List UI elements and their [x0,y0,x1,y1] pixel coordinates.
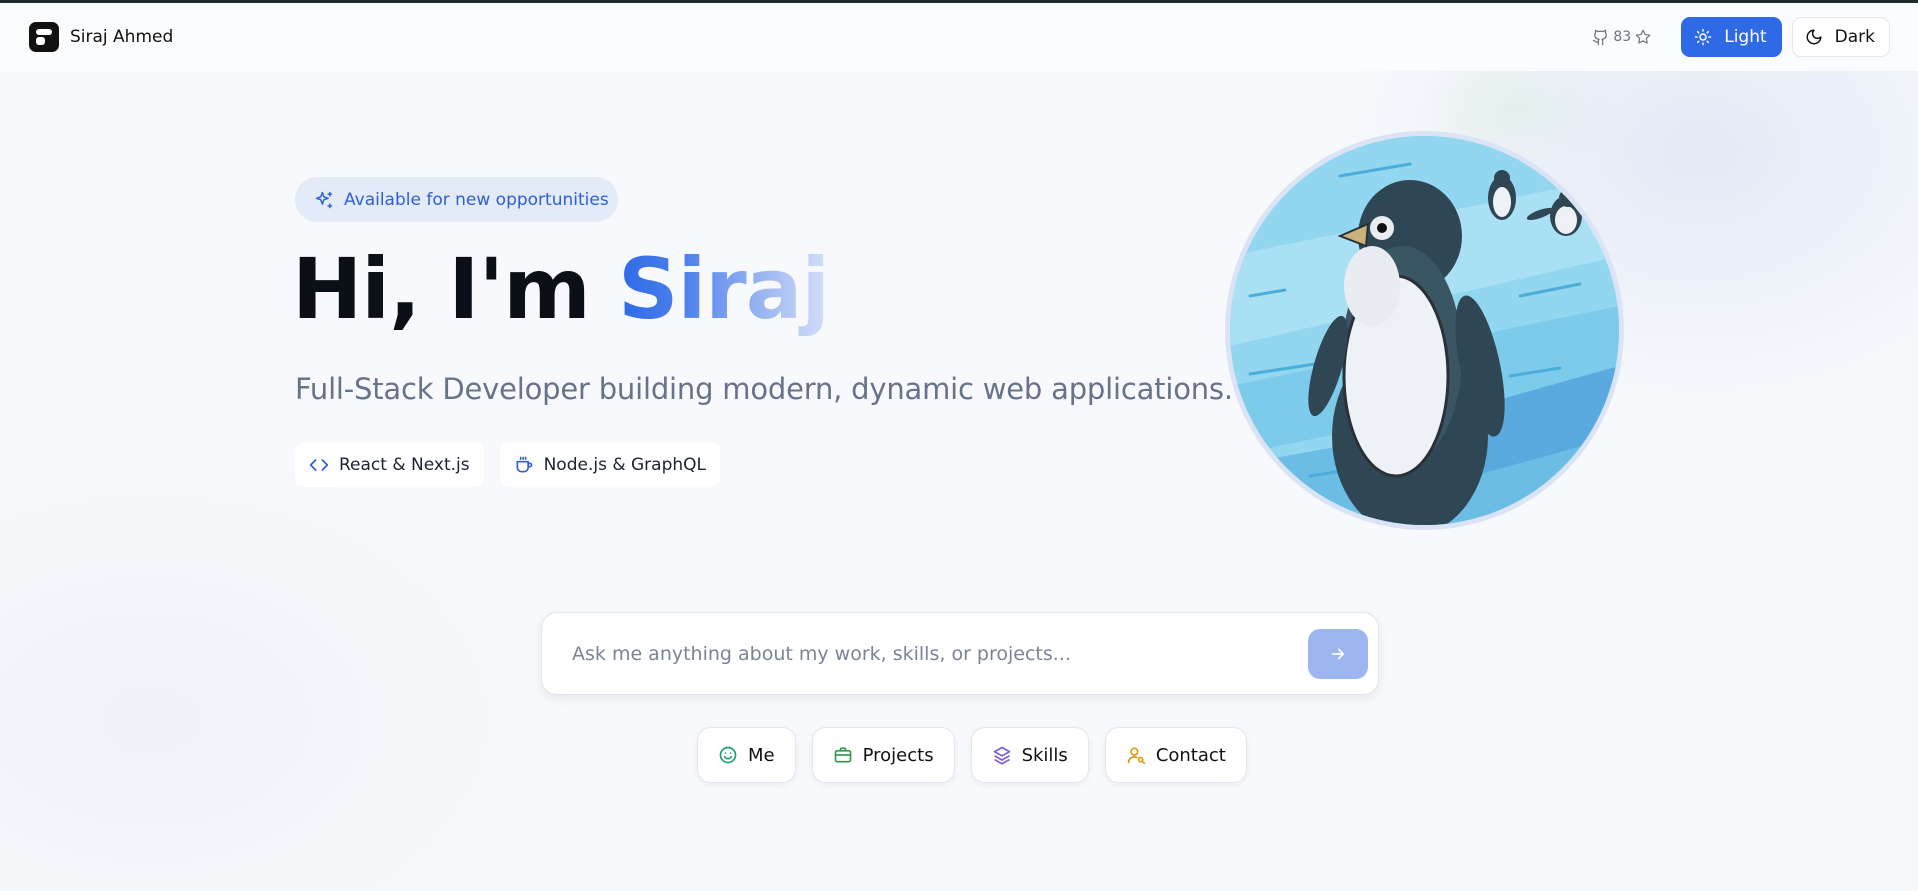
penguin-illustration [1230,136,1619,525]
briefcase-icon [834,747,851,763]
quick-action-label: Skills [1021,744,1068,766]
theme-dark-label: Dark [1834,27,1875,47]
quick-actions: Me Projects Skills Contact [697,727,1247,783]
layers-icon [993,746,1010,765]
code-icon [309,458,329,471]
coffee-cup-icon [516,456,532,472]
quick-action-contact[interactable]: Contact [1104,727,1247,783]
logo-icon [29,22,59,52]
quick-action-label: Contact [1155,744,1226,766]
user-search-icon [1127,747,1145,765]
sun-icon [1694,28,1712,46]
theme-light-label: Light [1724,27,1767,47]
chat-input[interactable] [572,635,1292,673]
tag-label: Node.js & GraphQL [543,454,707,475]
quick-action-projects[interactable]: Projects [811,727,955,783]
hero-name: Siraj [618,240,830,338]
chat-box [541,612,1379,695]
quick-action-label: Projects [862,744,934,766]
github-stars-link[interactable]: 83 [1592,29,1651,46]
arrow-right-icon [1331,648,1345,660]
github-icon [1593,29,1608,45]
header-actions: 83 Light Dark [1592,17,1890,57]
moon-icon [1806,29,1822,45]
availability-text: Available for new opportunities [344,189,609,210]
hero-headline: Hi, I'm Siraj [292,240,830,338]
availability-badge: Available for new opportunities [295,177,618,222]
quick-action-skills[interactable]: Skills [970,727,1089,783]
site-header: Siraj Ahmed 83 Light Dark [0,3,1918,71]
quick-action-me[interactable]: Me [697,727,796,783]
star-icon [1635,29,1651,44]
theme-light-button[interactable]: Light [1681,17,1782,57]
send-button[interactable] [1308,629,1368,679]
brand[interactable]: Siraj Ahmed [29,22,173,52]
avatar-illustration [1225,131,1624,530]
github-star-count: 83 [1613,29,1632,45]
tech-tags: React & Next.js Node.js & GraphQL [295,442,721,487]
tag-node-graphql: Node.js & GraphQL [499,442,721,487]
brand-name: Siraj Ahmed [70,27,174,47]
tag-label: React & Next.js [339,454,470,475]
quick-action-label: Me [748,744,775,766]
theme-dark-button[interactable]: Dark [1791,17,1890,57]
smile-icon [719,746,737,764]
tag-react-nextjs: React & Next.js [295,442,484,487]
sparkles-icon [315,191,333,208]
hero-subtitle: Full-Stack Developer building modern, dy… [295,372,1233,406]
hero-greeting: Hi, I'm [292,240,591,338]
